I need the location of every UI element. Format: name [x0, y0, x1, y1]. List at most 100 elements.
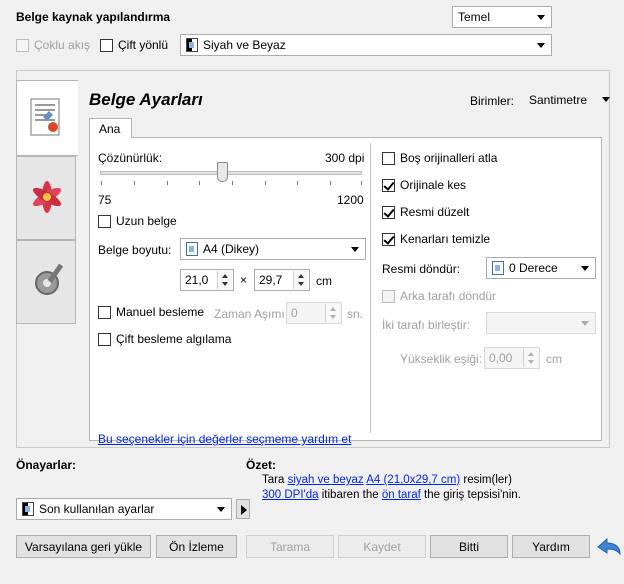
duplex-box[interactable]: [100, 38, 113, 52]
units-label: Birimler:: [470, 94, 514, 108]
scan-button[interactable]: Tarama: [246, 535, 334, 558]
summary-side-link[interactable]: ön taraf: [382, 489, 421, 501]
preview-button[interactable]: Ön İzleme: [156, 535, 237, 558]
rotate-page-icon: [492, 261, 504, 275]
presets-value: Son kullanılan ayarlar: [39, 502, 155, 516]
merge-label: İki tarafı birleştir:: [382, 318, 471, 332]
long-doc-box[interactable]: [98, 214, 111, 228]
tab-main[interactable]: Ana: [89, 118, 132, 138]
times-sign: ×: [240, 273, 248, 287]
timeout-label: Zaman Aşımı:: [214, 307, 289, 321]
chevron-down-icon: [217, 507, 225, 512]
edge-clean-checkbox[interactable]: Kenarları temizle: [382, 232, 490, 246]
done-button[interactable]: Bitti: [430, 535, 508, 558]
spin-arrows-icon[interactable]: [523, 349, 538, 367]
crop-box[interactable]: [382, 178, 395, 192]
slider-tick: [199, 181, 200, 185]
summary-text-line1: Tara siyah ve beyaz A4 (21,0x29,7 cm) re…: [262, 474, 512, 486]
spin-arrows-icon[interactable]: [293, 271, 308, 289]
merge-select[interactable]: [486, 312, 596, 334]
duplex-checkbox[interactable]: Çift yönlü: [100, 38, 168, 52]
deskew-checkbox[interactable]: Resmi düzelt: [382, 205, 469, 219]
height-value: 29,7: [259, 273, 283, 287]
panel-title: Belge Ayarları: [89, 90, 203, 109]
summary-color-link[interactable]: siyah ve beyaz: [288, 474, 364, 486]
doc-size-label: Belge boyutu:: [98, 243, 172, 257]
mode-select[interactable]: Temel: [452, 6, 552, 28]
deskew-box[interactable]: [382, 205, 395, 219]
gear-icon: [35, 263, 64, 295]
summary-text: resim(ler): [460, 474, 512, 486]
summary-text: itibaren the: [318, 489, 382, 501]
presets-label: Önayarlar:: [16, 458, 77, 472]
multi-stream-box[interactable]: [16, 38, 29, 52]
height-threshold-label: Yükseklik eşiği:: [400, 352, 483, 366]
side-tab-document[interactable]: [16, 80, 78, 156]
rotate-label: Resmi döndür:: [382, 262, 461, 276]
crop-checkbox[interactable]: Orijinale kes: [382, 178, 466, 192]
double-feed-checkbox[interactable]: Çift besleme algılama: [98, 332, 231, 346]
manual-feed-box[interactable]: [98, 305, 111, 319]
slider-tick: [361, 181, 362, 185]
edge-clean-box[interactable]: [382, 232, 395, 246]
double-feed-box[interactable]: [98, 332, 111, 346]
mode-select-value: Temel: [458, 10, 491, 24]
presets-select[interactable]: Son kullanılan ayarlar: [16, 498, 232, 520]
manual-feed-label: Manuel besleme: [116, 305, 205, 319]
summary-dpi-link[interactable]: 300 DPI'da: [262, 489, 319, 501]
rotate-back-checkbox[interactable]: Arka tarafı döndür: [382, 289, 496, 303]
rotate-select[interactable]: 0 Derece: [486, 257, 596, 279]
timeout-stepper[interactable]: 0: [286, 302, 342, 324]
manual-feed-checkbox[interactable]: Manuel besleme: [98, 305, 204, 319]
units-select-value: Santimetre: [529, 93, 588, 107]
slider-max-label: 1200: [337, 193, 364, 207]
spin-arrows-icon[interactable]: [217, 271, 232, 289]
presets-menu-button[interactable]: [236, 499, 250, 519]
height-threshold-stepper[interactable]: 0,00: [484, 347, 540, 369]
slider-min-label: 75: [98, 193, 112, 207]
skip-blank-checkbox[interactable]: Boş orijinalleri atla: [382, 151, 497, 165]
summary-text: the giriş tepsisi'nin.: [420, 489, 521, 501]
crop-label: Orijinale kes: [400, 178, 467, 192]
help-button[interactable]: Yardım: [512, 535, 590, 558]
flower-icon: [32, 181, 62, 213]
edge-clean-label: Kenarları temizle: [400, 232, 491, 246]
rotate-back-box[interactable]: [382, 289, 395, 303]
skip-blank-box[interactable]: [382, 151, 395, 165]
spin-arrows-icon[interactable]: [325, 304, 340, 322]
reset-defaults-button[interactable]: Varsayılana geri yükle: [16, 535, 151, 558]
multi-stream-checkbox[interactable]: Çoklu akış: [16, 38, 90, 52]
save-button[interactable]: Kaydet: [338, 535, 426, 558]
long-doc-label: Uzun belge: [116, 214, 177, 228]
slider-tick: [101, 181, 102, 185]
back-arrow-icon[interactable]: [595, 536, 623, 558]
color-mode-select[interactable]: Siyah ve Beyaz: [180, 34, 552, 56]
multi-stream-label: Çoklu akış: [34, 38, 91, 52]
size-unit: cm: [316, 274, 332, 288]
slider-tick: [167, 181, 168, 185]
play-icon: [241, 505, 247, 515]
color-mode-value: Siyah ve Beyaz: [203, 38, 286, 52]
slider-tick: [265, 181, 266, 185]
long-doc-checkbox[interactable]: Uzun belge: [98, 214, 177, 228]
summary-size-link[interactable]: A4 (21,0x29,7 cm): [366, 474, 460, 486]
preset-icon: [22, 502, 34, 516]
help-link[interactable]: Bu seçenekler için değerler seçmeme yard…: [98, 432, 351, 446]
resolution-slider-track[interactable]: [100, 171, 362, 175]
column-divider: [370, 143, 371, 433]
units-select[interactable]: Santimetre: [524, 89, 612, 111]
side-tab-image[interactable]: [16, 156, 76, 240]
height-stepper[interactable]: 29,7: [254, 269, 310, 291]
width-stepper[interactable]: 21,0: [180, 269, 234, 291]
chevron-down-icon: [602, 97, 610, 102]
chevron-down-icon: [537, 43, 545, 48]
skip-blank-label: Boş orijinalleri atla: [400, 151, 498, 165]
rotate-value: 0 Derece: [509, 261, 558, 275]
resolution-slider-thumb[interactable]: [216, 162, 228, 182]
height-threshold-unit: cm: [546, 352, 562, 366]
doc-size-select[interactable]: A4 (Dikey): [180, 238, 366, 260]
color-mode-icon: [186, 38, 198, 52]
slider-tick: [232, 181, 233, 185]
chevron-down-icon: [581, 321, 589, 326]
side-tab-advanced[interactable]: [16, 240, 76, 324]
